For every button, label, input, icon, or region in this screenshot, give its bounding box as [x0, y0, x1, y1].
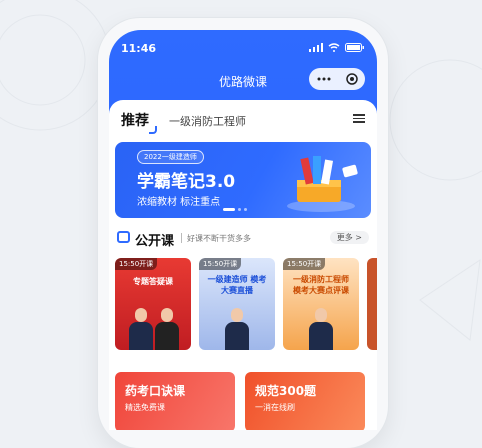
course-time: 15:50开课 [283, 258, 326, 270]
course-card-partial[interactable] [367, 258, 377, 350]
tab-indicator [149, 126, 157, 134]
course-time: 15:50开课 [199, 258, 242, 270]
phone-screen: 11:46 优路微课 推荐 一级消防工程师 2022一级建造师 学霸笔记3.0 … [109, 30, 377, 430]
more-button[interactable]: 更多 > [329, 231, 369, 244]
tab-recommend[interactable]: 推荐 [121, 110, 149, 130]
feature-title: 规范300题 [255, 384, 317, 398]
menu-icon[interactable] [353, 112, 365, 124]
tv-icon [117, 231, 130, 243]
banner-pagination [223, 208, 247, 211]
feature-title: 药考口诀课 [125, 384, 186, 398]
teacher-figure [155, 308, 179, 350]
course-time: 15:50开课 [115, 258, 158, 270]
course-list: 15:50开课 专题答疑课 15:50开课 一级建造师 模考大赛直播 15:50… [115, 258, 377, 356]
feature-card-pharmacy[interactable]: 药考口诀课 精选免费课 [115, 372, 235, 430]
open-class-header: 公开课 好课不断干货多多 更多 > [117, 230, 369, 249]
more-dots-icon[interactable] [317, 77, 331, 81]
course-title: 一级消防工程师 模考大赛点评课 [293, 275, 349, 295]
banner-subtitle: 浓缩教材 标注重点 [137, 197, 221, 208]
wifi-icon [328, 43, 340, 52]
feature-subtitle: 一消在线刷 [255, 403, 295, 412]
section-subtitle: 好课不断干货多多 [187, 234, 251, 243]
course-title: 一级建造师 模考大赛直播 [207, 275, 267, 295]
teacher-figure [129, 308, 153, 350]
battery-icon [345, 43, 364, 52]
banner-chip: 2022一级建造师 [137, 150, 204, 164]
feature-cards: 药考口诀课 精选免费课 规范300题 一消在线刷 [115, 372, 377, 430]
course-card[interactable]: 15:50开课 专题答疑课 [115, 258, 191, 350]
status-time: 11:46 [121, 42, 157, 55]
books-illustration-icon [287, 156, 358, 212]
teacher-figure [309, 308, 333, 350]
teacher-figure [225, 308, 249, 350]
miniprogram-capsule[interactable] [309, 68, 365, 90]
section-title: 公开课 [135, 234, 175, 249]
signal-icon [309, 43, 323, 52]
status-bar: 11:46 [121, 42, 365, 56]
banner-title: 学霸笔记3.0 [137, 172, 236, 192]
course-card[interactable]: 15:50开课 一级建造师 模考大赛直播 [199, 258, 275, 350]
course-card[interactable]: 15:50开课 一级消防工程师 模考大赛点评课 [283, 258, 359, 350]
promo-banner[interactable]: 2022一级建造师 学霸笔记3.0 浓缩教材 标注重点 [115, 142, 371, 218]
close-target-icon[interactable] [345, 73, 358, 85]
feature-card-questions[interactable]: 规范300题 一消在线刷 [245, 372, 365, 430]
tab-fire-engineer[interactable]: 一级消防工程师 [169, 113, 246, 129]
main-content: 推荐 一级消防工程师 2022一级建造师 学霸笔记3.0 浓缩教材 标注重点 公… [109, 100, 377, 430]
category-tabs: 推荐 一级消防工程师 [121, 110, 365, 134]
course-title: 专题答疑课 [133, 277, 173, 286]
feature-subtitle: 精选免费课 [125, 403, 165, 412]
